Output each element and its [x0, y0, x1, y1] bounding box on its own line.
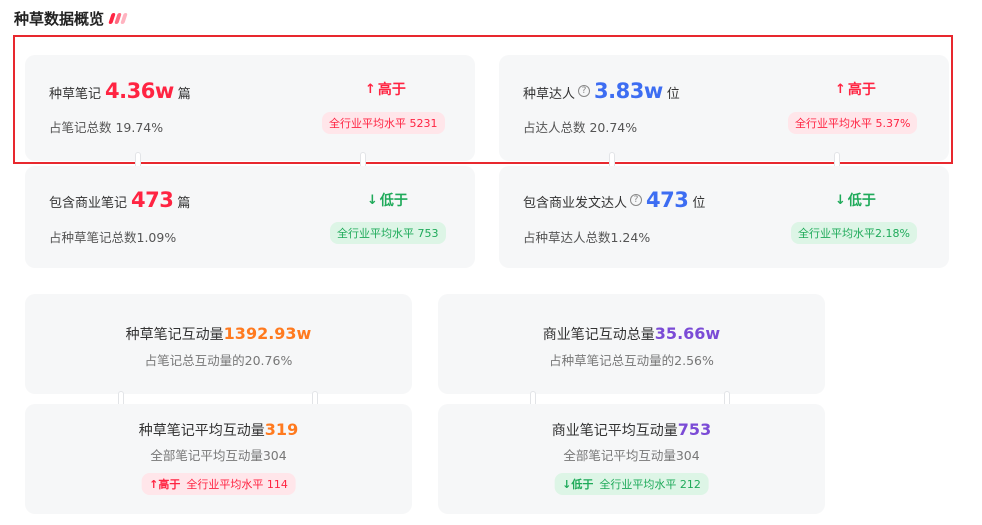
creators-label: 种草达人 [523, 87, 576, 102]
commercial-interaction-avg-compare: ↓低于 [562, 476, 593, 492]
commercial-notes-compare-text: 低于 [379, 193, 408, 209]
notes-interaction-total-metric: 种草笔记互动量1392.93w [25, 324, 412, 344]
page-title-text: 种草数据概览 [14, 10, 105, 28]
arrow-down-icon: ↓ [367, 192, 378, 208]
commercial-creators-compare-text: 低于 [847, 193, 876, 209]
notes-unit: 篇 [177, 87, 191, 102]
help-icon[interactable]: ? [578, 85, 591, 97]
creators-card: 种草达人 ? 3.83w 位 占达人总数 20.74% ↑ 高于 全行业平均水平… [499, 55, 949, 161]
commercial-notes-share: 占种草笔记总数1.09% [49, 230, 177, 245]
notes-interaction-avg-compare: ↑高于 [149, 476, 180, 492]
help-icon[interactable]: ? [630, 194, 643, 206]
notes-interaction-total-label: 种草笔记互动量 [125, 327, 224, 343]
commercial-notes-benchmark-badge: 全行业平均水平 753 [330, 222, 446, 244]
commercial-interaction-total-card: 商业笔记互动总量35.66w 占种草笔记总互动量的2.56% [438, 294, 825, 394]
notes-interaction-avg-baseline: 全部笔记平均互动量304 [150, 448, 287, 463]
commercial-interaction-total-value: 35.66w [654, 324, 721, 343]
notes-interaction-total-share: 占笔记总互动量的20.76% [144, 353, 293, 368]
commercial-interaction-avg-badge: ↓低于 全行业平均水平 212 [554, 473, 709, 495]
arrow-down-icon: ↓ [835, 192, 846, 208]
commercial-interaction-avg-compare-text: 低于 [571, 478, 594, 491]
commercial-creators-metric: 包含商业发文达人 ? 473 位 [523, 188, 705, 212]
creators-unit: 位 [666, 87, 680, 102]
creators-value: 3.83w [594, 79, 663, 103]
commercial-interaction-avg-baseline: 全部笔记平均互动量304 [563, 448, 700, 463]
creators-benchmark-badge: 全行业平均水平 5.37% [788, 112, 918, 134]
commercial-creators-compare: ↓ 低于 [835, 190, 876, 210]
commercial-creators-unit: 位 [692, 196, 706, 211]
notes-interaction-total-card: 种草笔记互动量1392.93w 占笔记总互动量的20.76% [25, 294, 412, 394]
notes-interaction-avg-metric: 种草笔记平均互动量319 [25, 420, 412, 440]
arrow-down-icon: ↓ [562, 478, 572, 491]
notes-interaction-total-value: 1392.93w [223, 324, 312, 343]
commercial-interaction-total-label: 商业笔记互动总量 [542, 327, 655, 343]
arrow-up-icon: ↑ [149, 478, 159, 491]
creators-metric: 种草达人 ? 3.83w 位 [523, 79, 680, 103]
creators-share: 占达人总数 20.74% [523, 120, 638, 135]
notes-benchmark-badge: 全行业平均水平 5231 [322, 112, 445, 134]
commercial-interaction-avg-benchmark: 全行业平均水平 212 [599, 478, 701, 491]
notes-label: 种草笔记 [49, 87, 102, 102]
arrow-up-icon: ↑ [835, 81, 846, 97]
notes-value: 4.36w [105, 79, 174, 103]
commercial-notes-value: 473 [131, 188, 174, 212]
commercial-creators-benchmark-badge: 全行业平均水平2.18% [791, 222, 917, 244]
notes-interaction-avg-label: 种草笔记平均互动量 [138, 423, 265, 439]
notes-interaction-avg-badge: ↑高于 全行业平均水平 114 [141, 473, 296, 495]
commercial-notes-label: 包含商业笔记 [49, 196, 128, 211]
commercial-notes-compare: ↓ 低于 [367, 190, 408, 210]
notes-compare: ↑ 高于 [365, 79, 406, 99]
notes-compare-text: 高于 [377, 82, 406, 98]
commercial-interaction-avg-label: 商业笔记平均互动量 [551, 423, 678, 439]
notes-interaction-avg-benchmark: 全行业平均水平 114 [186, 478, 288, 491]
commercial-interaction-total-metric: 商业笔记互动总量35.66w [438, 324, 825, 344]
commercial-interaction-avg-card: 商业笔记平均互动量753 全部笔记平均互动量304 ↓低于 全行业平均水平 21… [438, 404, 825, 514]
commercial-interaction-avg-value: 753 [677, 420, 712, 439]
notes-interaction-avg-value: 319 [264, 420, 299, 439]
creators-compare-text: 高于 [847, 82, 876, 98]
creators-compare: ↑ 高于 [835, 79, 876, 99]
page-title: 种草数据概览 [14, 8, 128, 29]
notes-interaction-avg-card: 种草笔记平均互动量319 全部笔记平均互动量304 ↑高于 全行业平均水平 11… [25, 404, 412, 514]
commercial-creators-share: 占种草达人总数1.24% [523, 230, 651, 245]
commercial-interaction-total-share: 占种草笔记总互动量的2.56% [549, 353, 714, 368]
commercial-creators-label: 包含商业发文达人 [523, 196, 628, 211]
commercial-creators-card: 包含商业发文达人 ? 473 位 占种草达人总数1.24% ↓ 低于 全行业平均… [499, 166, 949, 268]
notes-card: 种草笔记 4.36w 篇 占笔记总数 19.74% ↑ 高于 全行业平均水平 5… [25, 55, 475, 161]
commercial-notes-metric: 包含商业笔记 473 篇 [49, 188, 190, 212]
notes-metric: 种草笔记 4.36w 篇 [49, 79, 191, 103]
commercial-creators-value: 473 [646, 188, 689, 212]
notes-share: 占笔记总数 19.74% [49, 120, 164, 135]
notes-interaction-avg-compare-text: 高于 [158, 478, 181, 491]
commercial-notes-unit: 篇 [177, 196, 191, 211]
commercial-notes-card: 包含商业笔记 473 篇 占种草笔记总数1.09% ↓ 低于 全行业平均水平 7… [25, 166, 475, 268]
title-decoration-icon [108, 13, 128, 24]
arrow-up-icon: ↑ [365, 81, 376, 97]
commercial-interaction-avg-metric: 商业笔记平均互动量753 [438, 420, 825, 440]
